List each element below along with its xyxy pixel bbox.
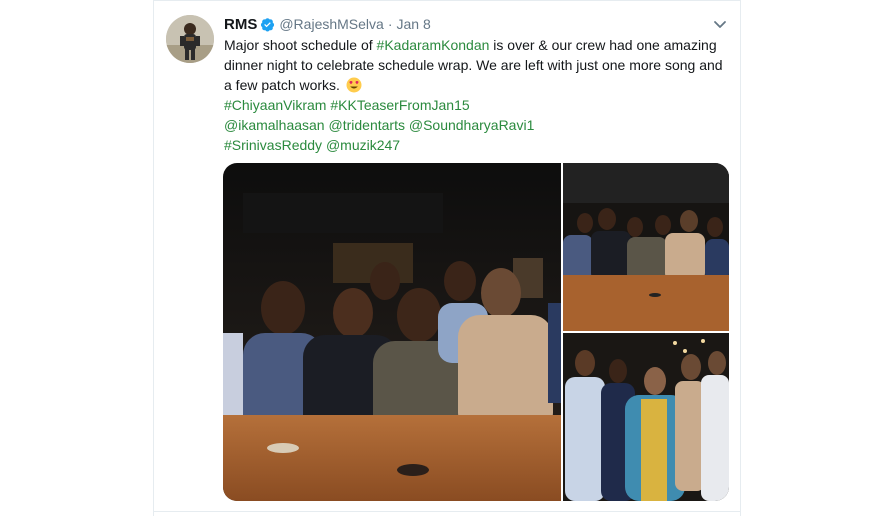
group-photo-top-right[interactable] (563, 163, 729, 331)
text-line-1: Major shoot schedule of #KadaramKondan i… (224, 35, 729, 55)
text-line-3: a few patch works. (224, 75, 729, 95)
group-photo-bottom-right[interactable] (563, 333, 729, 501)
text-segment: a few patch works. (224, 77, 340, 93)
mention-link[interactable]: @tridentarts (329, 117, 405, 133)
group-photo-main[interactable] (223, 163, 561, 501)
display-name[interactable]: RMS (224, 16, 257, 33)
user-handle[interactable]: @RajeshMSelva (279, 16, 383, 32)
hashtag-link[interactable]: #KadaramKondan (377, 37, 490, 53)
chevron-down-icon[interactable] (712, 16, 728, 32)
separator-dot: · (387, 16, 393, 32)
mention-link[interactable]: @ikamalhaasan (224, 117, 325, 133)
text-segment: Major shoot schedule of (224, 37, 377, 53)
card-top-border (154, 0, 740, 1)
heart-eyes-emoji-icon (346, 77, 362, 93)
final-links-line: #SrinivasReddy @muzik247 (224, 135, 729, 155)
media-grid (223, 163, 729, 501)
card-bottom-divider (154, 511, 740, 512)
mentions-line: @ikamalhaasan @tridentarts @SoundharyaRa… (224, 115, 729, 135)
hashtag-link[interactable]: #KKTeaserFromJan15 (330, 97, 469, 113)
hashtags-line: #ChiyaanVikram #KKTeaserFromJan15 (224, 95, 729, 115)
hashtag-link[interactable]: #ChiyaanVikram (224, 97, 326, 113)
tweet-card[interactable]: RMS @RajeshMSelva · Jan 8 Major shoot sc… (153, 0, 741, 516)
tweet-header: RMS @RajeshMSelva · Jan 8 (224, 14, 431, 34)
mention-link[interactable]: @muzik247 (326, 137, 400, 153)
tweet-date[interactable]: Jan 8 (397, 16, 431, 32)
hashtag-link[interactable]: #SrinivasReddy (224, 137, 322, 153)
text-segment: is over & our crew had one amazing (489, 37, 717, 53)
text-line-2: dinner night to celebrate schedule wrap.… (224, 57, 723, 73)
avatar[interactable] (166, 15, 214, 63)
mention-link[interactable]: @SoundharyaRavi1 (409, 117, 535, 133)
tweet-text: Major shoot schedule of #KadaramKondan i… (224, 35, 729, 155)
verified-badge-icon (260, 17, 275, 32)
